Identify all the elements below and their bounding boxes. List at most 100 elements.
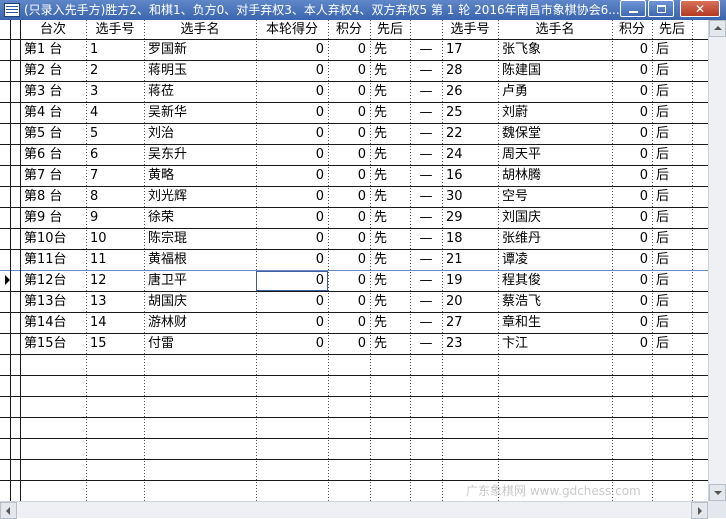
scroll-down-button[interactable] <box>709 484 726 501</box>
table-row[interactable]: 第7 台 7 黄略 0 0 先 —16 胡林腾 0 后 <box>0 166 708 187</box>
player-a-points-cell[interactable]: 0 <box>328 292 370 311</box>
col-header-points-b[interactable]: 积分 <box>612 20 652 39</box>
player-b-points-cell[interactable]: 0 <box>612 166 652 185</box>
player-b-number-cell[interactable]: 22 <box>442 124 498 143</box>
player-b-points-cell[interactable]: 0 <box>612 82 652 101</box>
round-score-cell[interactable]: 0 <box>256 250 328 269</box>
player-b-points-cell[interactable]: 0 <box>612 208 652 227</box>
vertical-scrollbar[interactable] <box>708 20 726 501</box>
table-row[interactable]: 第5 台 5 刘治 0 0 先 —22 魏保堂 0 后 <box>0 124 708 145</box>
player-b-name-cell[interactable]: 张飞象 <box>498 40 612 59</box>
player-b-number-cell[interactable]: 27 <box>442 313 498 332</box>
player-b-points-cell[interactable]: 0 <box>612 187 652 206</box>
player-b-side-cell[interactable]: 后 <box>652 82 692 101</box>
player-b-side-cell[interactable]: 后 <box>652 103 692 122</box>
player-b-number-cell[interactable]: 20 <box>442 292 498 311</box>
player-b-number-cell[interactable]: 17 <box>442 40 498 59</box>
player-b-name-cell[interactable]: 胡林腾 <box>498 166 612 185</box>
player-a-points-cell[interactable]: 0 <box>328 271 370 290</box>
player-a-side-cell[interactable]: 先 <box>370 124 410 143</box>
player-a-side-cell[interactable]: 先 <box>370 187 410 206</box>
board-cell[interactable]: 第10台 <box>20 229 86 248</box>
player-b-side-cell[interactable]: 后 <box>652 187 692 206</box>
player-a-points-cell[interactable]: 0 <box>328 229 370 248</box>
player-a-name-cell[interactable]: 蒋莅 <box>144 82 256 101</box>
table-row[interactable]: 第6 台 6 吴东升 0 0 先 —24 周天平 0 后 <box>0 145 708 166</box>
player-b-side-cell[interactable]: 后 <box>652 208 692 227</box>
player-b-side-cell[interactable]: 后 <box>652 271 692 290</box>
board-cell[interactable]: 第2 台 <box>20 61 86 80</box>
player-b-side-cell[interactable]: 后 <box>652 292 692 311</box>
player-a-side-cell[interactable]: 先 <box>370 271 410 290</box>
player-b-number-cell[interactable]: 24 <box>442 145 498 164</box>
table-row[interactable]: 第4 台 4 吴新华 0 0 先 —25 刘蔚 0 后 <box>0 103 708 124</box>
horizontal-scrollbar[interactable] <box>0 501 708 519</box>
col-header-player-name-b[interactable]: 选手名 <box>498 20 612 39</box>
player-b-name-cell[interactable]: 刘蔚 <box>498 103 612 122</box>
player-b-number-cell[interactable]: 26 <box>442 82 498 101</box>
separator-cell[interactable]: — <box>410 82 442 101</box>
empty-row[interactable] <box>0 439 708 460</box>
col-header-points-a[interactable]: 积分 <box>328 20 370 39</box>
table-row[interactable]: 第11台 11 黄福根 0 0 先 —21 谭凌 0 后 <box>0 250 708 271</box>
player-b-points-cell[interactable]: 0 <box>612 40 652 59</box>
player-a-number-cell[interactable]: 10 <box>86 229 144 248</box>
board-cell[interactable]: 第4 台 <box>20 103 86 122</box>
player-a-points-cell[interactable]: 0 <box>328 166 370 185</box>
player-a-side-cell[interactable]: 先 <box>370 334 410 353</box>
close-button[interactable]: ✕ <box>680 0 720 17</box>
player-a-side-cell[interactable]: 先 <box>370 208 410 227</box>
board-cell[interactable]: 第13台 <box>20 292 86 311</box>
board-cell[interactable]: 第8 台 <box>20 187 86 206</box>
player-a-name-cell[interactable]: 罗国新 <box>144 40 256 59</box>
player-a-name-cell[interactable]: 胡国庆 <box>144 292 256 311</box>
round-score-cell[interactable]: 0 <box>256 124 328 143</box>
player-b-name-cell[interactable]: 卢勇 <box>498 82 612 101</box>
player-b-points-cell[interactable]: 0 <box>612 271 652 290</box>
separator-cell[interactable]: — <box>410 313 442 332</box>
player-a-name-cell[interactable]: 刘治 <box>144 124 256 143</box>
player-a-number-cell[interactable]: 6 <box>86 145 144 164</box>
col-header-side-a[interactable]: 先后 <box>370 20 410 39</box>
player-b-number-cell[interactable]: 19 <box>442 271 498 290</box>
board-cell[interactable]: 第15台 <box>20 334 86 353</box>
player-a-points-cell[interactable]: 0 <box>328 250 370 269</box>
player-b-name-cell[interactable]: 空号 <box>498 187 612 206</box>
separator-cell[interactable]: — <box>410 145 442 164</box>
col-header-board[interactable]: 台次 <box>20 20 86 39</box>
separator-cell[interactable]: — <box>410 271 442 290</box>
player-a-number-cell[interactable]: 13 <box>86 292 144 311</box>
player-a-side-cell[interactable]: 先 <box>370 292 410 311</box>
player-b-name-cell[interactable]: 张维丹 <box>498 229 612 248</box>
separator-cell[interactable]: — <box>410 208 442 227</box>
player-b-side-cell[interactable]: 后 <box>652 313 692 332</box>
player-a-points-cell[interactable]: 0 <box>328 145 370 164</box>
round-score-cell[interactable]: 0 <box>256 313 328 332</box>
player-b-points-cell[interactable]: 0 <box>612 292 652 311</box>
player-a-name-cell[interactable]: 陈宗琨 <box>144 229 256 248</box>
board-cell[interactable]: 第1 台 <box>20 40 86 59</box>
player-a-name-cell[interactable]: 吴东升 <box>144 145 256 164</box>
empty-row[interactable] <box>0 460 708 481</box>
player-b-name-cell[interactable]: 刘国庆 <box>498 208 612 227</box>
player-a-name-cell[interactable]: 吴新华 <box>144 103 256 122</box>
separator-cell[interactable]: — <box>410 166 442 185</box>
player-b-name-cell[interactable]: 程其俊 <box>498 271 612 290</box>
player-a-name-cell[interactable]: 黄福根 <box>144 250 256 269</box>
board-cell[interactable]: 第6 台 <box>20 145 86 164</box>
player-b-name-cell[interactable]: 周天平 <box>498 145 612 164</box>
player-a-number-cell[interactable]: 12 <box>86 271 144 290</box>
player-a-points-cell[interactable]: 0 <box>328 124 370 143</box>
player-b-name-cell[interactable]: 陈建国 <box>498 61 612 80</box>
table-row[interactable]: 第14台 14 游林财 0 0 先 —27 章和生 0 后 <box>0 313 708 334</box>
scroll-up-button[interactable] <box>709 20 726 37</box>
maximize-button[interactable] <box>648 0 674 17</box>
round-score-cell[interactable]: 0 <box>256 61 328 80</box>
player-a-number-cell[interactable]: 11 <box>86 250 144 269</box>
player-a-name-cell[interactable]: 黄略 <box>144 166 256 185</box>
player-a-points-cell[interactable]: 0 <box>328 334 370 353</box>
player-b-number-cell[interactable]: 23 <box>442 334 498 353</box>
player-b-number-cell[interactable]: 18 <box>442 229 498 248</box>
player-b-side-cell[interactable]: 后 <box>652 145 692 164</box>
round-score-cell[interactable]: 0 <box>256 40 328 59</box>
